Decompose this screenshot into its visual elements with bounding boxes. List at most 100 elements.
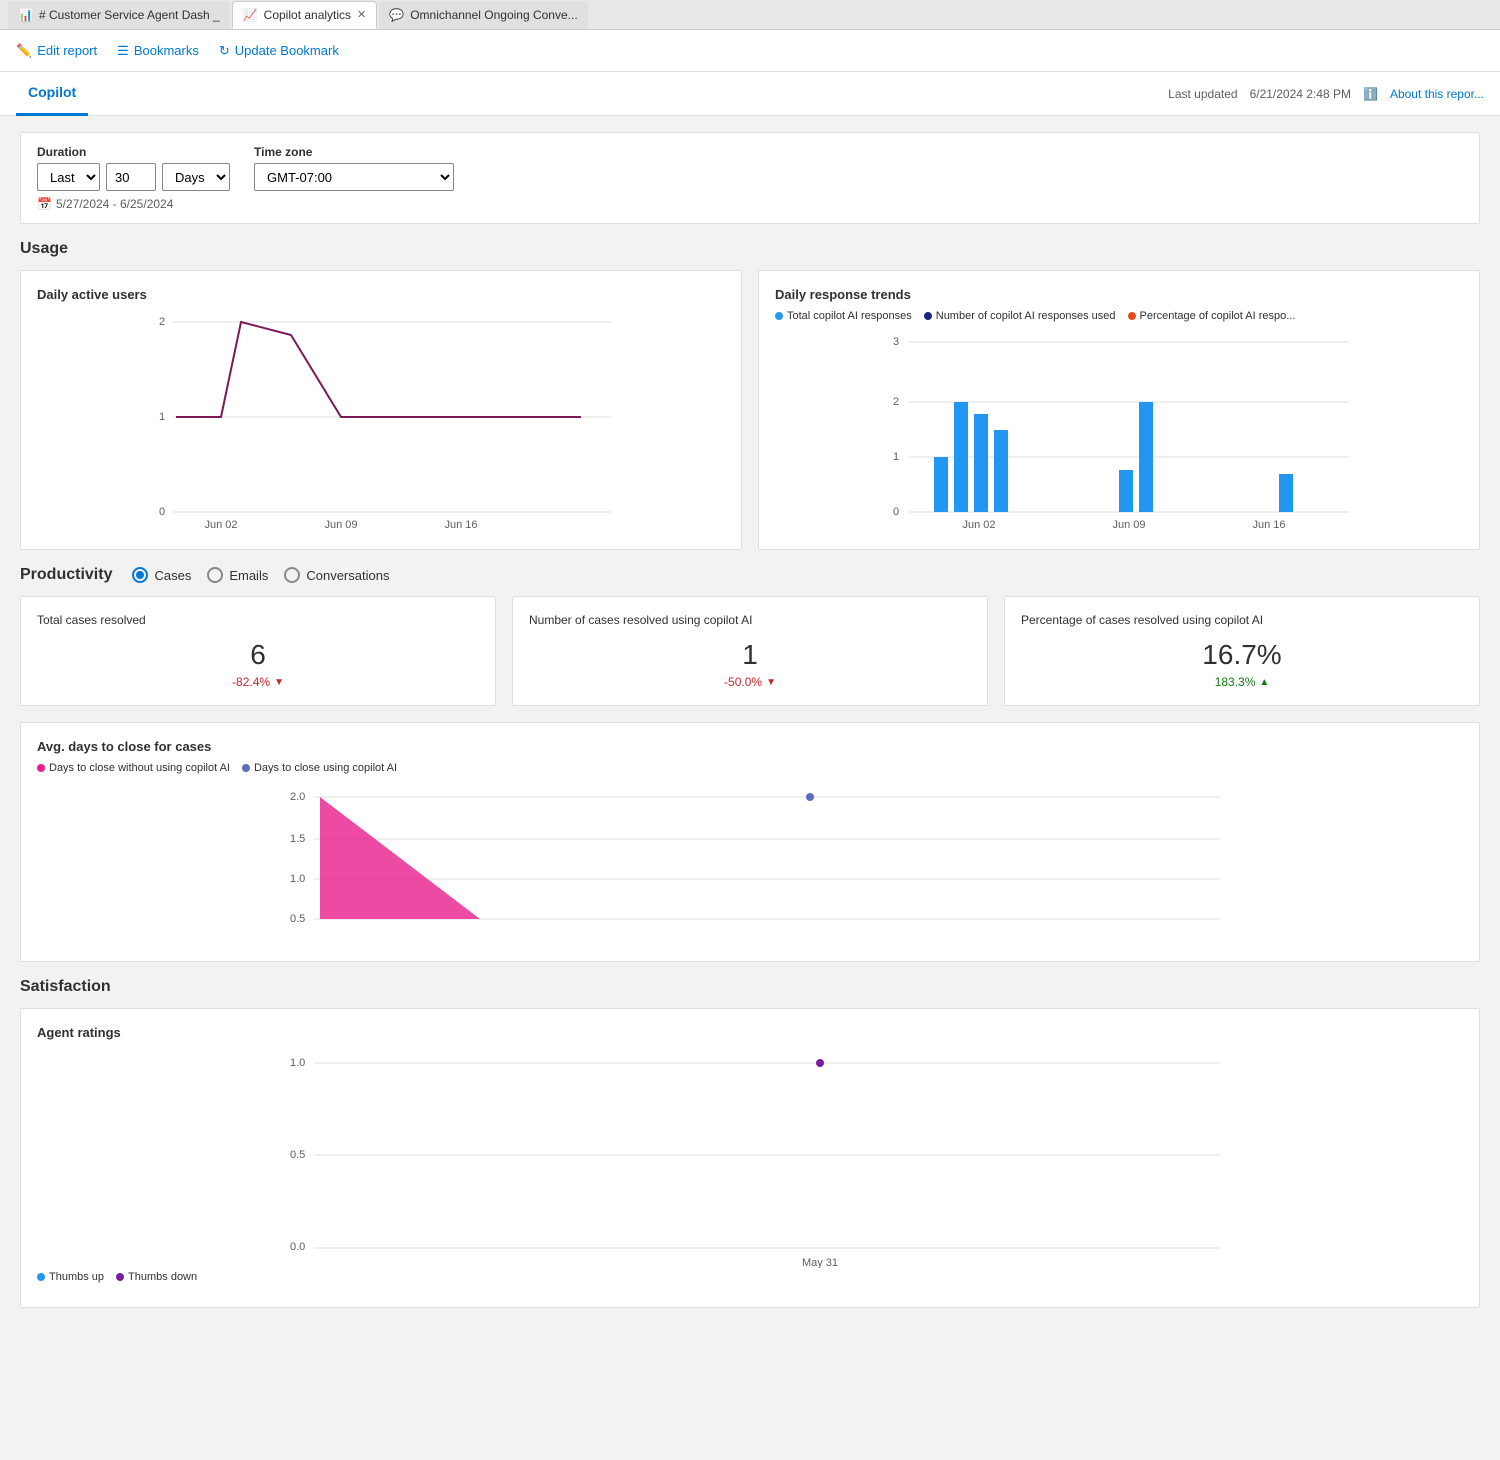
satisfaction-section: Satisfaction Agent ratings 1.0 0.5 0.0 M… bbox=[20, 978, 1480, 1308]
metric-label-0: Total cases resolved bbox=[37, 613, 479, 627]
tab-icon-1: 📊 bbox=[18, 8, 33, 22]
bookmarks-icon: ☰ bbox=[117, 43, 129, 59]
metric-value-2: 16.7% bbox=[1021, 639, 1463, 671]
svg-text:Jun 16: Jun 16 bbox=[444, 519, 477, 530]
browser-tabs: 📊 # Customer Service Agent Dash _ 📈 Copi… bbox=[0, 0, 1500, 30]
legend-dot-pct bbox=[1128, 312, 1136, 320]
duration-controls: Last Days bbox=[37, 163, 230, 191]
svg-text:0: 0 bbox=[893, 506, 899, 518]
duration-filter-group: Duration Last Days bbox=[37, 145, 230, 191]
metric-card-total-resolved: Total cases resolved 6 -82.4% ▼ bbox=[20, 596, 496, 706]
legend-total: Total copilot AI responses bbox=[775, 310, 912, 322]
agent-ratings-card: Agent ratings 1.0 0.5 0.0 May 31 bbox=[20, 1008, 1480, 1308]
duration-select[interactable]: Last bbox=[37, 163, 100, 191]
productivity-section: Productivity Cases Emails Conversations bbox=[20, 566, 1480, 962]
main-content: Duration Last Days Time zone GMT-07:00 bbox=[0, 116, 1500, 1460]
legend-dot-with bbox=[242, 764, 250, 772]
tab-label-3: Omnichannel Ongoing Conve... bbox=[410, 8, 577, 22]
daily-active-users-title: Daily active users bbox=[37, 287, 725, 302]
metric-label-2: Percentage of cases resolved using copil… bbox=[1021, 613, 1463, 627]
radio-emails-circle bbox=[207, 567, 223, 583]
tab-copilot-analytics[interactable]: 📈 Copilot analytics ✕ bbox=[232, 1, 378, 29]
agent-ratings-chart: 1.0 0.5 0.0 May 31 bbox=[37, 1048, 1463, 1271]
last-updated-value: 6/21/2024 2:48 PM bbox=[1250, 87, 1351, 101]
svg-text:Jun 02: Jun 02 bbox=[962, 519, 995, 530]
tab-customer-service[interactable]: 📊 # Customer Service Agent Dash _ bbox=[8, 1, 230, 29]
usage-section: Usage Daily active users 2 1 0 bbox=[20, 240, 1480, 550]
metric-delta-0: -82.4% ▼ bbox=[37, 675, 479, 689]
svg-text:0: 0 bbox=[159, 506, 165, 518]
info-icon: ℹ️ bbox=[1363, 87, 1378, 101]
svg-text:1.5: 1.5 bbox=[290, 833, 305, 845]
avg-days-title: Avg. days to close for cases bbox=[37, 739, 1463, 754]
app-header: Copilot Last updated 6/21/2024 2:48 PM ℹ… bbox=[0, 72, 1500, 116]
legend-dot-thumbs-up bbox=[37, 1273, 45, 1281]
daily-response-trends-chart: 3 2 1 0 bbox=[775, 330, 1463, 533]
nav-tabs: Copilot bbox=[16, 72, 88, 116]
metric-cards: Total cases resolved 6 -82.4% ▼ Number o… bbox=[20, 596, 1480, 706]
date-range-value: 5/27/2024 - 6/25/2024 bbox=[56, 197, 173, 211]
duration-unit-select[interactable]: Days bbox=[162, 163, 230, 191]
satisfaction-title: Satisfaction bbox=[20, 978, 1480, 996]
radio-conversations-label: Conversations bbox=[306, 568, 389, 583]
radio-cases-label: Cases bbox=[154, 568, 191, 583]
radio-emails-label: Emails bbox=[229, 568, 268, 583]
radio-conversations[interactable]: Conversations bbox=[284, 567, 389, 583]
tab-close-button[interactable]: ✕ bbox=[357, 8, 366, 21]
legend-label-thumbs-up: Thumbs up bbox=[49, 1271, 104, 1283]
edit-icon: ✏️ bbox=[16, 43, 32, 59]
toolbar: ✏️ Edit report ☰ Bookmarks ↻ Update Book… bbox=[0, 30, 1500, 72]
svg-text:0.0: 0.0 bbox=[290, 1241, 305, 1253]
svg-text:Jun 09: Jun 09 bbox=[324, 519, 357, 530]
bookmarks-button[interactable]: ☰ Bookmarks bbox=[117, 43, 199, 59]
date-range: 📅 5/27/2024 - 6/25/2024 bbox=[37, 197, 1463, 211]
tab-icon-3: 💬 bbox=[389, 8, 404, 22]
nav-tab-copilot[interactable]: Copilot bbox=[16, 72, 88, 116]
svg-text:1.0: 1.0 bbox=[290, 873, 305, 885]
metric-label-1: Number of cases resolved using copilot A… bbox=[529, 613, 971, 627]
radio-cases[interactable]: Cases bbox=[132, 567, 191, 583]
productivity-title: Productivity bbox=[20, 566, 112, 584]
svg-text:Jun 09: Jun 09 bbox=[1112, 519, 1145, 530]
metric-delta-text-1: -50.0% bbox=[724, 675, 762, 689]
tab-label-2: Copilot analytics bbox=[264, 8, 351, 22]
avg-days-chart: 2.0 1.5 1.0 0.5 bbox=[37, 782, 1463, 945]
legend-percentage: Percentage of copilot AI respo... bbox=[1128, 310, 1296, 322]
legend-label-used: Number of copilot AI responses used bbox=[936, 310, 1116, 322]
svg-text:1.0: 1.0 bbox=[290, 1057, 305, 1069]
radio-cases-circle bbox=[132, 567, 148, 583]
productivity-radio-group: Cases Emails Conversations bbox=[132, 567, 389, 583]
daily-response-trends-card: Daily response trends Total copilot AI r… bbox=[758, 270, 1480, 550]
delta-arrow-down-1: ▼ bbox=[766, 677, 776, 688]
legend-label-pct: Percentage of copilot AI respo... bbox=[1140, 310, 1296, 322]
tab-icon-2: 📈 bbox=[243, 8, 258, 22]
metric-delta-1: -50.0% ▼ bbox=[529, 675, 971, 689]
duration-label: Duration bbox=[37, 145, 230, 159]
timezone-filter-group: Time zone GMT-07:00 bbox=[254, 145, 454, 191]
timezone-select[interactable]: GMT-07:00 bbox=[254, 163, 454, 191]
avg-days-legend: Days to close without using copilot AI D… bbox=[37, 762, 1463, 774]
tab-omnichannel[interactable]: 💬 Omnichannel Ongoing Conve... bbox=[379, 1, 587, 29]
update-bookmark-button[interactable]: ↻ Update Bookmark bbox=[219, 43, 339, 59]
about-report-link[interactable]: About this repor... bbox=[1390, 87, 1484, 101]
svg-text:Jun 02: Jun 02 bbox=[204, 519, 237, 530]
edit-report-label: Edit report bbox=[37, 43, 97, 58]
legend-label-without: Days to close without using copilot AI bbox=[49, 762, 230, 774]
svg-text:1: 1 bbox=[159, 411, 165, 423]
radio-emails[interactable]: Emails bbox=[207, 567, 268, 583]
usage-section-title: Usage bbox=[20, 240, 1480, 258]
delta-arrow-down-0: ▼ bbox=[274, 677, 284, 688]
bookmarks-label: Bookmarks bbox=[134, 43, 199, 58]
metric-card-pct-resolved: Percentage of cases resolved using copil… bbox=[1004, 596, 1480, 706]
delta-arrow-up-2: ▲ bbox=[1259, 677, 1269, 688]
duration-number-input[interactable] bbox=[106, 163, 156, 191]
metric-delta-text-2: 183.3% bbox=[1215, 675, 1256, 689]
legend-label-total: Total copilot AI responses bbox=[787, 310, 912, 322]
legend-label-thumbs-down: Thumbs down bbox=[128, 1271, 197, 1283]
daily-response-legend: Total copilot AI responses Number of cop… bbox=[775, 310, 1463, 322]
edit-report-button[interactable]: ✏️ Edit report bbox=[16, 43, 97, 59]
svg-text:2: 2 bbox=[893, 396, 899, 408]
svg-text:2: 2 bbox=[159, 316, 165, 328]
svg-text:3: 3 bbox=[893, 336, 899, 348]
svg-text:2.0: 2.0 bbox=[290, 791, 305, 803]
